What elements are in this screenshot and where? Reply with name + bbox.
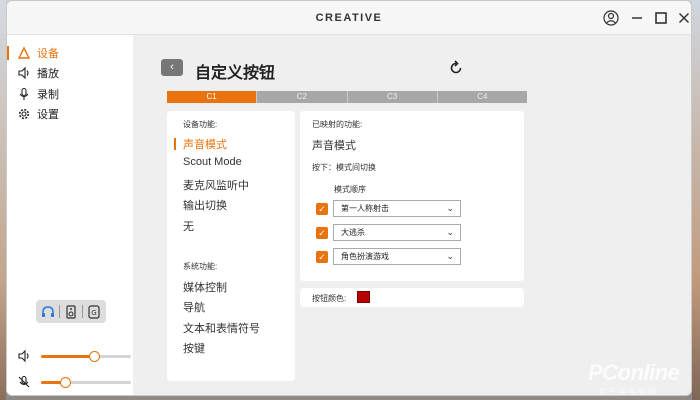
speaker-icon (18, 66, 29, 80)
mode-select[interactable]: 第一人称射击 ⌄ (333, 200, 461, 217)
function-item-sound-mode[interactable]: 声音模式 (174, 136, 227, 152)
button-tabs: C1 C2 C3 C4 (167, 91, 527, 103)
volume-fill (41, 355, 95, 358)
app-window: CREATIVE 设备 播放 录制 设置 G ‹ 自定义按钮 C1 C2 C3 … (6, 0, 692, 396)
account-icon[interactable] (603, 10, 619, 26)
device-icon (17, 46, 31, 59)
microphone-icon (19, 87, 29, 100)
function-item-navigation[interactable]: 导航 (183, 299, 205, 315)
chevron-left-icon: ‹ (170, 61, 174, 73)
minimize-icon[interactable] (629, 10, 645, 26)
function-list-panel: 设备功能: 声音模式 Scout Mode 麦克风监听中 输出切换 无 系统功能… (167, 111, 295, 381)
microphone-muted-icon (18, 375, 30, 388)
speaker-icon (18, 349, 29, 363)
chevron-down-icon: ⌄ (446, 251, 454, 261)
checkmark-icon: ✓ (318, 204, 326, 214)
sidebar: 设备 播放 录制 设置 G (7, 35, 133, 395)
maximize-icon[interactable] (653, 10, 669, 26)
select-value: 第一人称射击 (341, 204, 389, 213)
function-item-text-emoji[interactable]: 文本和表情符号 (183, 320, 260, 336)
device-selector: G (36, 300, 106, 323)
function-item-mic-monitor[interactable]: 麦克风监听中 (183, 177, 249, 193)
checkmark-icon: ✓ (318, 228, 326, 238)
function-item-output-switch[interactable]: 输出切换 (183, 197, 227, 213)
tab-c2[interactable]: C2 (257, 91, 348, 103)
mode-order-label: 模式顺序 (334, 185, 366, 194)
sidebar-item-settings[interactable]: 设置 (7, 104, 133, 124)
mode-select[interactable]: 角色扮演游戏 ⌄ (333, 248, 461, 265)
mode-row: ✓ 角色扮演游戏 ⌄ (316, 248, 461, 266)
divider (59, 305, 61, 318)
mic-track[interactable] (41, 377, 131, 388)
output-volume-slider[interactable] (17, 349, 131, 363)
volume-thumb[interactable] (89, 351, 101, 362)
tab-c1[interactable]: C1 (167, 91, 258, 103)
mode-checkbox[interactable]: ✓ (316, 203, 328, 215)
reset-icon[interactable] (448, 60, 464, 76)
mode-row: ✓ 第一人称射击 ⌄ (316, 200, 461, 218)
gear-icon (18, 108, 30, 120)
page-title: 自定义按钮 (195, 65, 276, 82)
close-icon[interactable] (676, 10, 692, 26)
brand-logo: CREATIVE (315, 12, 383, 24)
divider (81, 305, 83, 318)
back-button[interactable]: ‹ (161, 59, 183, 76)
sidebar-item-label: 设备 (37, 48, 59, 60)
sidebar-item-label: 录制 (37, 89, 59, 101)
headphone-icon[interactable] (40, 304, 56, 320)
tab-c4[interactable]: C4 (437, 91, 527, 103)
sidebar-item-label: 播放 (37, 68, 59, 80)
function-item-scout-mode[interactable]: Scout Mode (183, 156, 242, 168)
select-value: 角色扮演游戏 (341, 252, 389, 261)
button-color-panel: 按钮颜色: (300, 288, 524, 307)
mode-select[interactable]: 大逃杀 ⌄ (333, 224, 461, 241)
press-action-label: 按下：模式间切换 (312, 163, 376, 172)
watermark-logo: PConline (588, 360, 680, 385)
system-functions-label: 系统功能: (183, 262, 218, 271)
mode-row: ✓ 大逃杀 ⌄ (316, 224, 461, 242)
function-item-keys[interactable]: 按键 (183, 340, 205, 356)
chevron-down-icon: ⌄ (446, 203, 454, 213)
function-item-media-control[interactable]: 媒体控制 (183, 279, 227, 295)
mapped-label: 已映射的功能: (312, 120, 363, 129)
mode-checkbox[interactable]: ✓ (316, 251, 328, 263)
mapping-panel: 已映射的功能: 声音模式 按下：模式间切换 模式顺序 ✓ 第一人称射击 ⌄ ✓ … (300, 111, 524, 281)
mic-volume-slider[interactable] (17, 375, 131, 389)
desktop-background-right (692, 0, 700, 400)
device-functions-label: 设备功能: (183, 120, 218, 129)
button-color-swatch[interactable] (357, 291, 370, 303)
sidebar-item-label: 设置 (37, 109, 59, 121)
sidebar-item-device[interactable]: 设备 (7, 43, 133, 63)
mode-checkbox[interactable]: ✓ (316, 227, 328, 239)
speaker-device-icon[interactable] (63, 304, 79, 320)
gaming-device-icon[interactable]: G (86, 304, 102, 320)
sidebar-item-recording[interactable]: 录制 (7, 84, 133, 104)
volume-track[interactable] (41, 351, 131, 362)
tab-c3[interactable]: C3 (347, 91, 438, 103)
function-item-none[interactable]: 无 (183, 218, 194, 234)
chevron-down-icon: ⌄ (446, 227, 454, 237)
main-content: ‹ 自定义按钮 C1 C2 C3 C4 设备功能: 声音模式 Scout Mod… (133, 35, 691, 395)
checkmark-icon: ✓ (318, 252, 326, 262)
svg-text:G: G (91, 309, 96, 317)
mapped-value: 声音模式 (312, 140, 356, 152)
button-color-label: 按钮颜色: (312, 294, 347, 303)
mic-thumb[interactable] (60, 377, 72, 388)
titlebar: CREATIVE (7, 1, 691, 35)
watermark-subtitle: 太平洋电脑网 (598, 387, 658, 396)
sidebar-item-playback[interactable]: 播放 (7, 63, 133, 83)
select-value: 大逃杀 (341, 228, 365, 237)
